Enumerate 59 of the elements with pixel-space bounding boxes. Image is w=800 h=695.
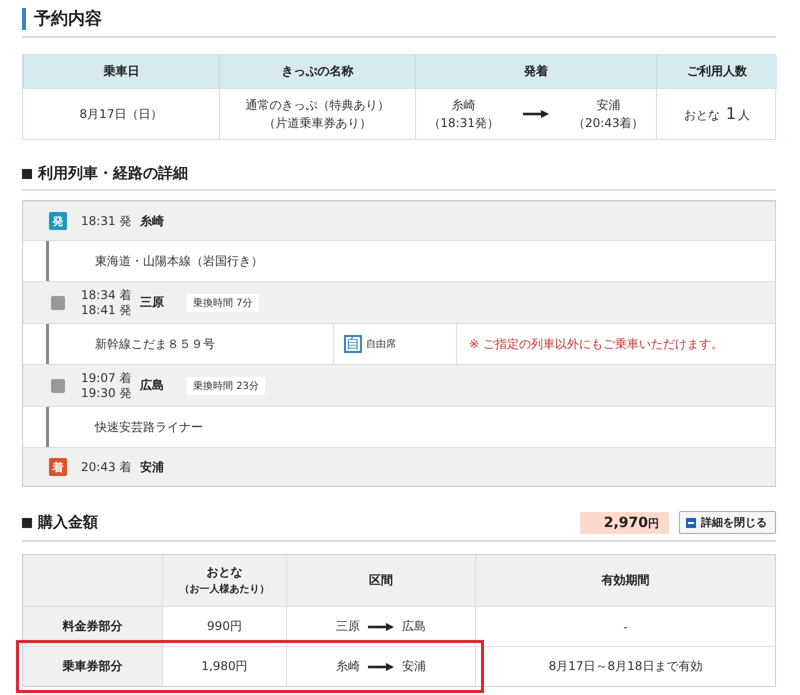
station-name: 安浦 xyxy=(596,97,620,114)
seat-type: 自由席 xyxy=(366,338,396,351)
price-cell: 1,980円 xyxy=(201,658,248,675)
price-cell: 990円 xyxy=(207,618,242,635)
validity-period: 8月17日～8月18日まで有効 xyxy=(548,658,702,675)
row-header: 乗車券部分 xyxy=(62,658,122,675)
station-name: 糸崎 xyxy=(140,212,165,230)
station-time: 19:30 発 xyxy=(81,386,132,400)
column-header: ご利用人数 xyxy=(656,55,777,88)
station-time: （18:31発） xyxy=(428,115,499,132)
seat-icon: 自 xyxy=(344,335,362,353)
row-header: 料金券部分 xyxy=(62,618,122,635)
column-header: 区間 xyxy=(369,572,393,589)
station-name: 三原 xyxy=(140,294,165,311)
train-name: 快速安芸路ライナー xyxy=(95,418,203,436)
travel-date: 8月17日（日） xyxy=(80,106,162,123)
station-name: 糸崎 xyxy=(452,97,476,114)
collapse-icon xyxy=(686,518,696,528)
column-header: きっぷの名称 xyxy=(219,55,415,88)
train-name: 東海道・山陽本線（岩国行き） xyxy=(95,252,263,270)
column-subheader: （お一人様あたり） xyxy=(180,582,270,596)
stop-marker xyxy=(51,296,65,310)
station-time: 20:43 着 xyxy=(81,460,132,474)
column-header: 発着 xyxy=(415,55,656,88)
train-name: 新幹線こだま８５９号 xyxy=(95,336,215,352)
column-header: 乗車日 xyxy=(23,55,219,88)
transfer-time: 乗換時間 7分 xyxy=(187,294,259,312)
column-header: 有効期間 xyxy=(602,572,650,589)
station-time: 19:07 着 xyxy=(81,370,132,386)
station-name: 糸崎 xyxy=(336,658,360,675)
stop-marker xyxy=(51,378,65,392)
square-icon xyxy=(22,168,32,178)
column-header: おとな xyxy=(206,564,242,580)
station-time: 18:31 発 xyxy=(81,214,132,228)
arrow-icon xyxy=(368,662,394,672)
validity-period: - xyxy=(623,620,628,634)
close-details-button[interactable]: 詳細を閉じる xyxy=(679,511,776,534)
station-name: 広島 xyxy=(140,377,165,394)
passenger-count: おとな 1 人 xyxy=(684,104,750,124)
station-name: 安浦 xyxy=(140,458,165,476)
total-price: 2,970円 xyxy=(580,512,669,534)
transfer-time: 乗換時間 23分 xyxy=(187,376,265,394)
station-name: 広島 xyxy=(402,618,426,635)
ticket-name: （片道乗車券あり） xyxy=(264,115,372,132)
section-title: 予約内容 xyxy=(22,8,102,30)
station-time: （20:43着） xyxy=(573,115,644,132)
section-title: 利用列車・経路の詳細 xyxy=(38,164,188,183)
notice-text: ※ ご指定の列車以外にもご乗車いただけます。 xyxy=(469,336,723,352)
section-title: 購入金額 xyxy=(38,513,98,532)
station-time: 18:41 発 xyxy=(81,302,132,318)
station-badge: 着 xyxy=(49,458,67,476)
station-name: 三原 xyxy=(336,618,360,635)
square-icon xyxy=(22,518,32,528)
station-badge: 発 xyxy=(49,212,67,230)
arrow-icon xyxy=(368,622,394,632)
station-time: 18:34 着 xyxy=(81,288,132,302)
ticket-name: 通常のきっぷ（特典あり） xyxy=(246,97,390,114)
station-name: 安浦 xyxy=(402,658,426,675)
arrow-icon xyxy=(523,109,549,119)
